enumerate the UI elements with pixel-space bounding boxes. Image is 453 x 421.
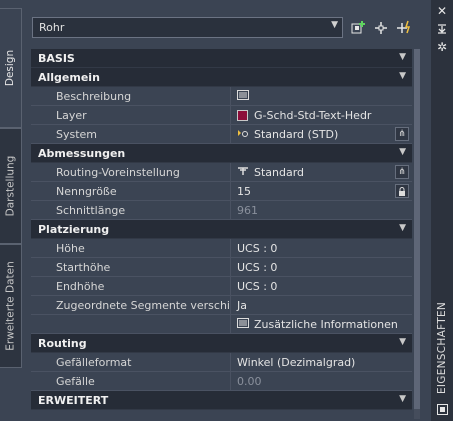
property-row-zugeordnete-segmente[interactable]: Zugeordnete Segmente verschi... Ja <box>31 296 412 315</box>
property-label: Routing-Voreinstellung <box>48 163 231 181</box>
palette-menu-icon[interactable] <box>435 402 449 416</box>
settings-icon[interactable]: ✲ <box>435 40 449 54</box>
browse-icon[interactable]: ⋔ <box>395 165 409 179</box>
style-select[interactable]: Rohr ▼ <box>32 17 343 38</box>
tab-design-label: Design <box>4 49 17 87</box>
category-basis-label: BASIS <box>38 51 75 65</box>
system-icon <box>237 128 249 141</box>
property-label: Beschreibung <box>48 87 231 105</box>
property-row-system[interactable]: System Standard (STD) ⋔ <box>31 125 412 144</box>
collapse-icon: ▼ <box>399 223 406 233</box>
property-value[interactable]: UCS : 0 <box>231 258 412 276</box>
category-platzierung-label: Platzierung <box>38 222 110 236</box>
property-row-gefaelle: Gefälle 0.00 <box>31 372 412 391</box>
property-value: 961 <box>237 203 258 217</box>
layer-color-swatch <box>237 109 248 121</box>
tab-erweiterte-daten[interactable]: Erweiterte Daten <box>0 244 22 368</box>
property-row-endhoehe[interactable]: Endhöhe UCS : 0 <box>31 277 412 296</box>
category-allgemein-label: Allgemein <box>38 70 100 84</box>
property-row-nenngroesse[interactable]: Nenngröße 15 <box>31 182 412 201</box>
info-list-icon <box>237 317 249 331</box>
property-row-layer[interactable]: Layer G-Schd-Std-Text-Hedr <box>31 106 412 125</box>
property-value[interactable]: Standard (STD) ⋔ <box>231 125 412 143</box>
routing-preference-icon <box>237 166 249 179</box>
category-routing[interactable]: Routing ▼ <box>31 334 412 353</box>
auto-hide-icon[interactable] <box>435 22 449 36</box>
property-value[interactable] <box>231 87 412 105</box>
additional-info-button[interactable]: Zusätzliche Informationen <box>231 315 412 333</box>
collapse-icon: ▼ <box>399 337 406 347</box>
property-row-zusaetzliche-informationen[interactable]: Zusätzliche Informationen <box>31 315 412 334</box>
property-label: Höhe <box>48 239 231 257</box>
category-erweitert[interactable]: ERWEITERT ▼ <box>31 391 412 410</box>
scrollbar[interactable] <box>414 49 420 419</box>
property-value[interactable]: Ja <box>231 296 412 314</box>
collapse-icon: ▼ <box>399 52 406 62</box>
property-label: Gefälleformat <box>48 353 231 371</box>
property-row-gefaelleformat[interactable]: Gefälleformat Winkel (Dezimalgrad) <box>31 353 412 372</box>
toolbar: Rohr ▼ <box>27 15 417 41</box>
collapse-icon: ▼ <box>399 394 406 404</box>
category-allgemein[interactable]: Allgemein ▼ <box>31 68 412 87</box>
property-grid: BASIS ▼ Allgemein ▼ Beschreibung Layer G… <box>31 49 412 410</box>
tab-darstellung[interactable]: Darstellung <box>0 128 22 244</box>
property-label: System <box>48 125 231 143</box>
properties-panel: Rohr ▼ BASIS ▼ Allgemein ▼ Beschreibung … <box>23 8 422 419</box>
category-basis[interactable]: BASIS ▼ <box>31 49 412 68</box>
property-row-routing-voreinstellung[interactable]: Routing-Voreinstellung Standard ⋔ <box>31 163 412 182</box>
category-abmessungen[interactable]: Abmessungen ▼ <box>31 144 412 163</box>
property-label: Zugeordnete Segmente verschi... <box>48 296 231 314</box>
tab-erweiterte-daten-label: Erweiterte Daten <box>4 261 17 351</box>
property-label: Layer <box>48 106 231 124</box>
chevron-down-icon: ▼ <box>331 20 338 30</box>
property-label: Starthöhe <box>48 258 231 276</box>
lock-icon[interactable] <box>395 184 409 198</box>
property-value[interactable]: G-Schd-Std-Text-Hedr <box>231 106 412 124</box>
palette-frame: Design Darstellung Erweiterte Daten Rohr… <box>0 0 431 421</box>
property-label: Schnittlänge <box>48 201 231 219</box>
category-routing-label: Routing <box>38 336 87 350</box>
category-platzierung[interactable]: Platzierung ▼ <box>31 220 412 239</box>
collapse-icon: ▼ <box>399 71 406 81</box>
property-label: Gefälle <box>48 372 231 390</box>
description-icon[interactable] <box>237 89 249 103</box>
property-value[interactable]: UCS : 0 <box>231 277 412 295</box>
property-value[interactable]: 15 <box>231 182 412 200</box>
property-row-schnittlaenge: Schnittlänge 961 <box>31 201 412 220</box>
property-row-beschreibung[interactable]: Beschreibung <box>31 87 412 106</box>
collapse-icon: ▼ <box>399 147 406 157</box>
category-abmessungen-label: Abmessungen <box>38 146 126 160</box>
tab-darstellung-label: Darstellung <box>4 155 17 217</box>
quick-select-icon[interactable] <box>395 19 413 37</box>
property-label <box>48 315 231 333</box>
add-component-icon[interactable] <box>349 19 367 37</box>
property-row-starthoehe[interactable]: Starthöhe UCS : 0 <box>31 258 412 277</box>
property-label: Nenngröße <box>48 182 231 200</box>
properties-palette: Design Darstellung Erweiterte Daten Rohr… <box>0 0 453 421</box>
scrollbar-thumb[interactable] <box>414 49 420 409</box>
select-objects-icon[interactable] <box>372 19 390 37</box>
property-value[interactable]: Winkel (Dezimalgrad) <box>231 353 412 371</box>
close-icon[interactable]: ✕ <box>435 4 449 18</box>
browse-icon[interactable]: ⋔ <box>395 127 409 141</box>
category-erweitert-label: ERWEITERT <box>38 393 109 407</box>
property-value[interactable]: Standard ⋔ <box>231 163 412 181</box>
palette-title-bar: ✕ ✲ EIGENSCHAFTEN <box>431 0 453 421</box>
property-value: 0.00 <box>237 374 262 388</box>
style-select-value: Rohr <box>39 21 65 34</box>
palette-title: EIGENSCHAFTEN <box>436 301 448 394</box>
property-value[interactable]: UCS : 0 <box>231 239 412 257</box>
property-label: Endhöhe <box>48 277 231 295</box>
property-row-hoehe[interactable]: Höhe UCS : 0 <box>31 239 412 258</box>
tab-design[interactable]: Design <box>0 8 22 128</box>
